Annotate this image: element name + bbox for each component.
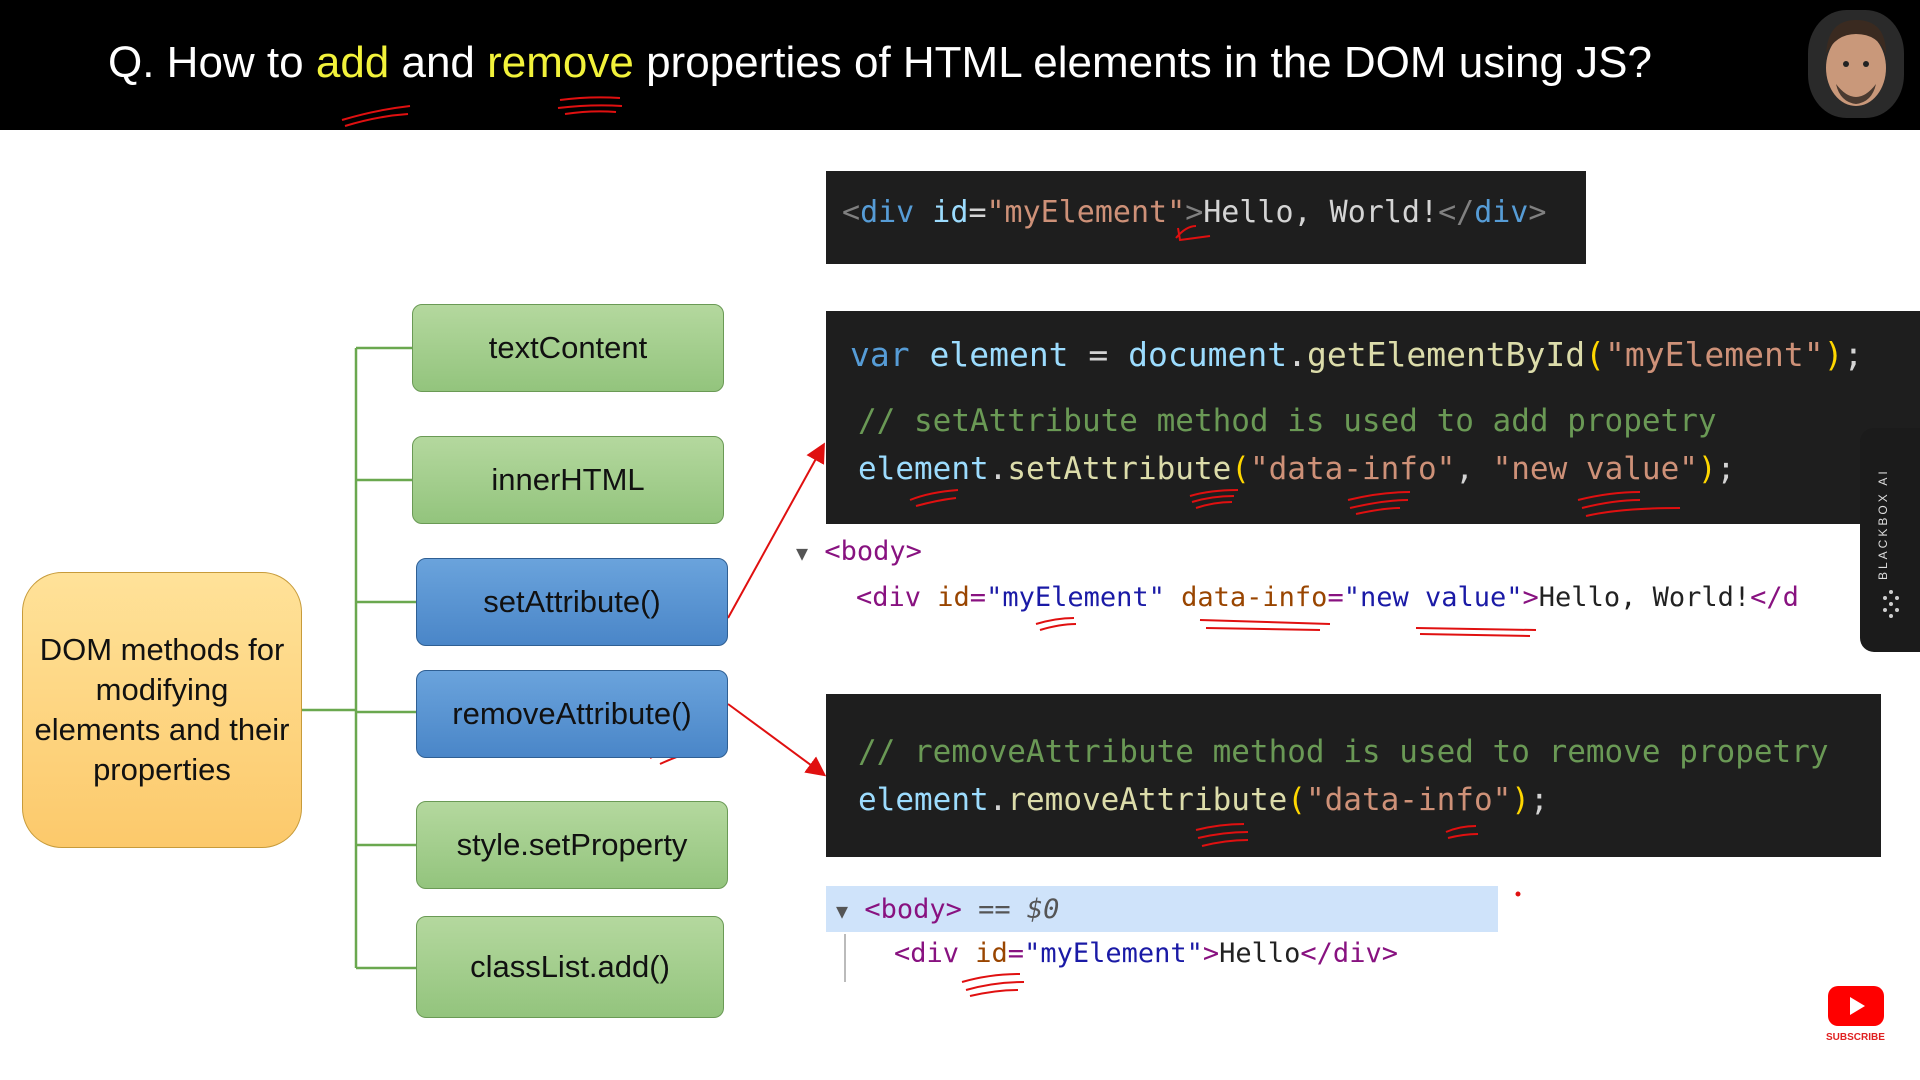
play-icon — [1850, 997, 1865, 1015]
youtube-subscribe-button[interactable] — [1828, 986, 1884, 1026]
blackbox-dots-icon — [1883, 590, 1899, 618]
subscribe-label: SUBSCRIBE — [1826, 1032, 1885, 1043]
